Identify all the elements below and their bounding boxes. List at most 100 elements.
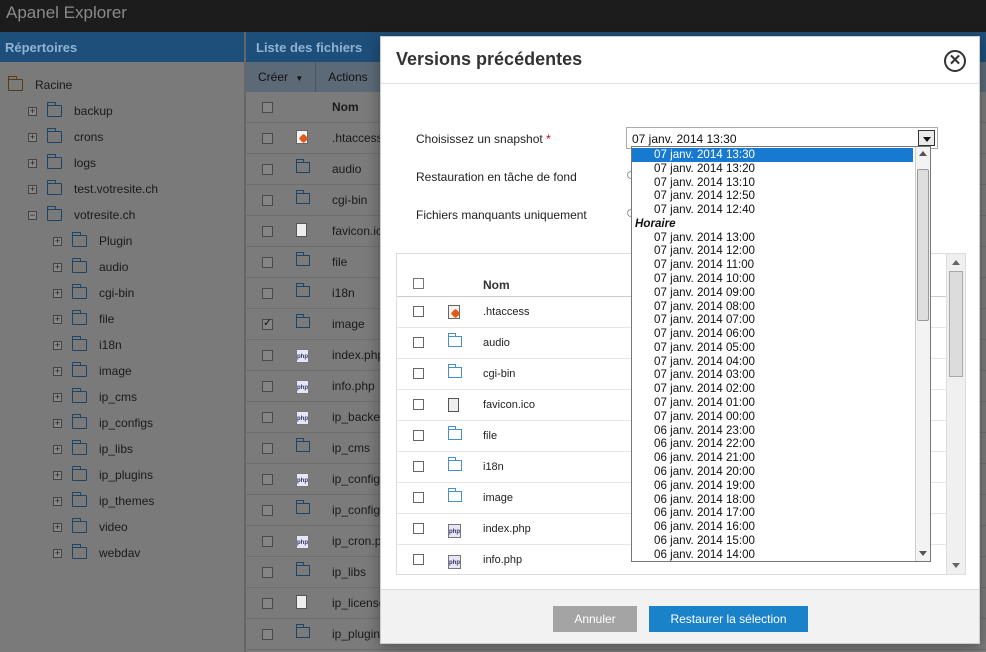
dropdown-option[interactable]: 06 janv. 2014 17:00 — [632, 506, 913, 520]
dropdown-option[interactable]: 07 janv. 2014 13:10 — [632, 176, 913, 190]
expand-icon[interactable]: + — [53, 288, 62, 298]
dropdown-option[interactable]: 06 janv. 2014 18:00 — [632, 493, 913, 507]
snapshot-dropdown-list[interactable]: 07 janv. 2014 13:30 07 janv. 2014 13:20 07… — [631, 146, 931, 562]
scroll-thumb[interactable] — [917, 169, 929, 321]
expand-icon[interactable]: + — [53, 418, 62, 428]
row-checkbox[interactable] — [413, 306, 424, 317]
row-checkbox[interactable] — [413, 492, 424, 503]
dropdown-option[interactable]: 07 janv. 2014 12:40 — [632, 203, 913, 217]
row-checkbox[interactable] — [262, 163, 273, 175]
cancel-button[interactable]: Annuler — [553, 606, 637, 632]
row-checkbox[interactable]: ✓ — [262, 317, 273, 330]
row-checkbox[interactable] — [262, 132, 273, 144]
scroll-down-icon[interactable] — [919, 551, 927, 556]
row-checkbox[interactable] — [262, 504, 273, 516]
dropdown-option[interactable]: 06 janv. 2014 22:00 — [632, 437, 913, 451]
dropdown-option[interactable]: 07 janv. 2014 05:00 — [632, 341, 913, 355]
dropdown-option[interactable]: 07 janv. 2014 07:00 — [632, 313, 913, 327]
tree-item[interactable]: + ip_plugins — [53, 465, 153, 485]
dropdown-option[interactable]: 06 janv. 2014 21:00 — [632, 451, 913, 465]
dropdown-option[interactable]: 06 janv. 2014 15:00 — [632, 534, 913, 548]
tree-item[interactable]: + file — [53, 309, 114, 329]
dropdown-option[interactable]: 07 janv. 2014 02:00 — [632, 382, 913, 396]
collapse-icon[interactable]: − — [28, 210, 37, 220]
tree-item[interactable]: + cgi-bin — [53, 283, 134, 303]
tree-item[interactable]: + ip_configs — [53, 413, 153, 433]
snapshot-column-name[interactable]: Nom — [483, 278, 510, 292]
row-checkbox[interactable] — [262, 473, 273, 485]
dropdown-scrollbar[interactable] — [915, 147, 930, 561]
expand-icon[interactable]: + — [53, 444, 62, 454]
tree-item[interactable]: + i18n — [53, 335, 122, 355]
tree-item[interactable]: + ip_libs — [53, 439, 133, 459]
tree-item[interactable]: + webdav — [53, 543, 140, 563]
row-checkbox[interactable] — [262, 256, 273, 268]
expand-icon[interactable]: + — [28, 184, 37, 194]
expand-icon[interactable]: + — [53, 262, 62, 272]
tree-item[interactable]: + ip_cms — [53, 387, 137, 407]
dropdown-option[interactable]: 07 janv. 2014 13:00 — [632, 231, 913, 245]
tree-item[interactable]: + logs — [28, 153, 96, 173]
tree-item[interactable]: + ip_themes — [53, 491, 154, 511]
row-checkbox[interactable] — [262, 380, 273, 392]
expand-icon[interactable]: + — [53, 392, 62, 402]
expand-icon[interactable]: + — [28, 158, 37, 168]
scroll-up-icon[interactable] — [919, 151, 927, 156]
dropdown-option[interactable]: 07 janv. 2014 13:20 — [632, 162, 913, 176]
expand-icon[interactable]: + — [53, 236, 62, 246]
row-checkbox[interactable] — [262, 225, 273, 237]
dropdown-arrow-icon[interactable] — [918, 130, 935, 146]
row-checkbox[interactable] — [262, 442, 273, 454]
dropdown-option[interactable]: 07 janv. 2014 10:00 — [632, 272, 913, 286]
column-name-header[interactable]: Nom — [332, 100, 359, 114]
scroll-down-icon[interactable] — [952, 563, 960, 568]
tree-item[interactable]: + audio — [53, 257, 128, 277]
tree-item[interactable]: + Plugin — [53, 231, 132, 251]
expand-icon[interactable]: + — [53, 470, 62, 480]
expand-icon[interactable]: + — [53, 314, 62, 324]
tree-item[interactable]: + backup — [28, 101, 113, 121]
row-checkbox[interactable] — [262, 628, 273, 640]
row-checkbox[interactable] — [262, 411, 273, 423]
row-checkbox[interactable] — [262, 597, 273, 609]
row-checkbox[interactable] — [413, 399, 424, 410]
expand-icon[interactable]: + — [53, 340, 62, 350]
row-checkbox[interactable] — [413, 523, 424, 534]
tree-item[interactable]: Racine — [7, 75, 72, 95]
expand-icon[interactable]: + — [53, 548, 62, 558]
expand-icon[interactable]: + — [53, 496, 62, 506]
row-checkbox[interactable] — [413, 461, 424, 472]
row-checkbox[interactable] — [262, 566, 273, 578]
dropdown-option[interactable]: 06 janv. 2014 14:00 — [632, 548, 913, 561]
dropdown-option[interactable]: 07 janv. 2014 12:50 — [632, 189, 913, 203]
select-all-checkbox[interactable] — [262, 101, 273, 113]
expand-icon[interactable]: + — [53, 366, 62, 376]
row-checkbox[interactable] — [413, 554, 424, 565]
tree-item[interactable]: + test.votresite.ch — [28, 179, 158, 199]
dropdown-option[interactable]: 06 janv. 2014 19:00 — [632, 479, 913, 493]
dropdown-option[interactable]: 07 janv. 2014 09:00 — [632, 286, 913, 300]
dropdown-option[interactable]: 06 janv. 2014 16:00 — [632, 520, 913, 534]
dropdown-option[interactable]: 06 janv. 2014 20:00 — [632, 465, 913, 479]
scroll-up-icon[interactable] — [952, 260, 960, 265]
scroll-thumb[interactable] — [949, 271, 963, 377]
row-checkbox[interactable] — [413, 337, 424, 348]
dropdown-option[interactable]: 07 janv. 2014 04:00 — [632, 355, 913, 369]
expand-icon[interactable]: + — [28, 106, 37, 116]
dropdown-option[interactable]: 07 janv. 2014 03:00 — [632, 368, 913, 382]
expand-icon[interactable]: + — [28, 132, 37, 142]
row-checkbox[interactable] — [413, 430, 424, 441]
create-menu-button[interactable]: Créer ▼ — [246, 62, 317, 92]
snapshot-select-all-checkbox[interactable] — [413, 278, 424, 289]
dropdown-option[interactable]: 06 janv. 2014 23:00 — [632, 424, 913, 438]
snapshot-table-scrollbar[interactable] — [946, 254, 965, 574]
row-checkbox[interactable] — [413, 368, 424, 379]
actions-menu-button[interactable]: Actions — [316, 62, 379, 92]
restore-selection-button[interactable]: Restaurer la sélection — [649, 606, 808, 632]
dropdown-option[interactable]: 07 janv. 2014 01:00 — [632, 396, 913, 410]
dropdown-option[interactable]: 07 janv. 2014 13:30 — [632, 148, 913, 162]
dropdown-option[interactable]: 07 janv. 2014 00:00 — [632, 410, 913, 424]
dropdown-option[interactable]: 07 janv. 2014 06:00 — [632, 327, 913, 341]
dropdown-option[interactable]: 07 janv. 2014 11:00 — [632, 258, 913, 272]
row-checkbox[interactable] — [262, 287, 273, 299]
